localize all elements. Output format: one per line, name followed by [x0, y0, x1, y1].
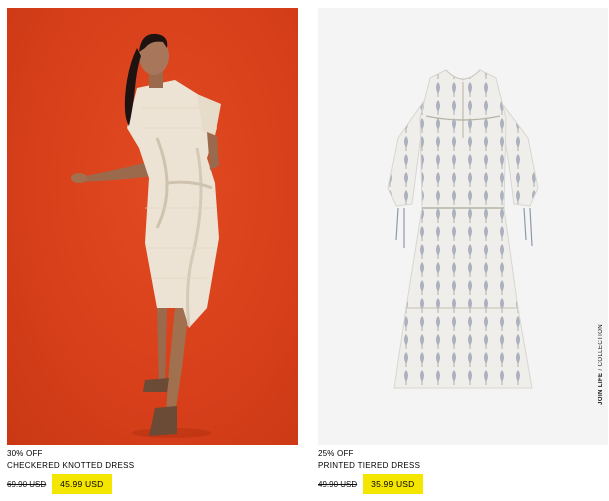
model-photo-illustration [71, 33, 221, 438]
product-image-checkered-dress[interactable] [7, 8, 298, 445]
product-name[interactable]: PRINTED TIERED DRESS [318, 460, 608, 472]
product-name[interactable]: CHECKERED KNOTTED DRESS [7, 460, 298, 472]
sale-price: 45.99 USD [52, 474, 112, 494]
discount-label: 25% OFF [318, 449, 354, 458]
product-card[interactable]: JOIN LIFE / COLLECTION 25% OFF PRINTED T… [318, 8, 608, 494]
collection-tag: JOIN LIFE / COLLECTION [598, 324, 604, 405]
collection-tag-brand: JOIN LIFE [598, 372, 604, 405]
dress-photo-illustration [387, 69, 539, 389]
price-row: 49.90 USD 35.99 USD [318, 474, 608, 494]
discount-label: 30% OFF [7, 449, 43, 458]
product-card[interactable]: 30% OFF CHECKERED KNOTTED DRESS 69.90 US… [7, 8, 298, 494]
price-row: 69.90 USD 45.99 USD [7, 474, 298, 494]
sale-price: 35.99 USD [363, 474, 423, 494]
collection-tag-rest: / COLLECTION [598, 324, 604, 371]
original-price: 49.90 USD [318, 479, 358, 489]
original-price: 69.90 USD [7, 479, 47, 489]
product-image-printed-dress[interactable]: JOIN LIFE / COLLECTION [318, 8, 608, 445]
